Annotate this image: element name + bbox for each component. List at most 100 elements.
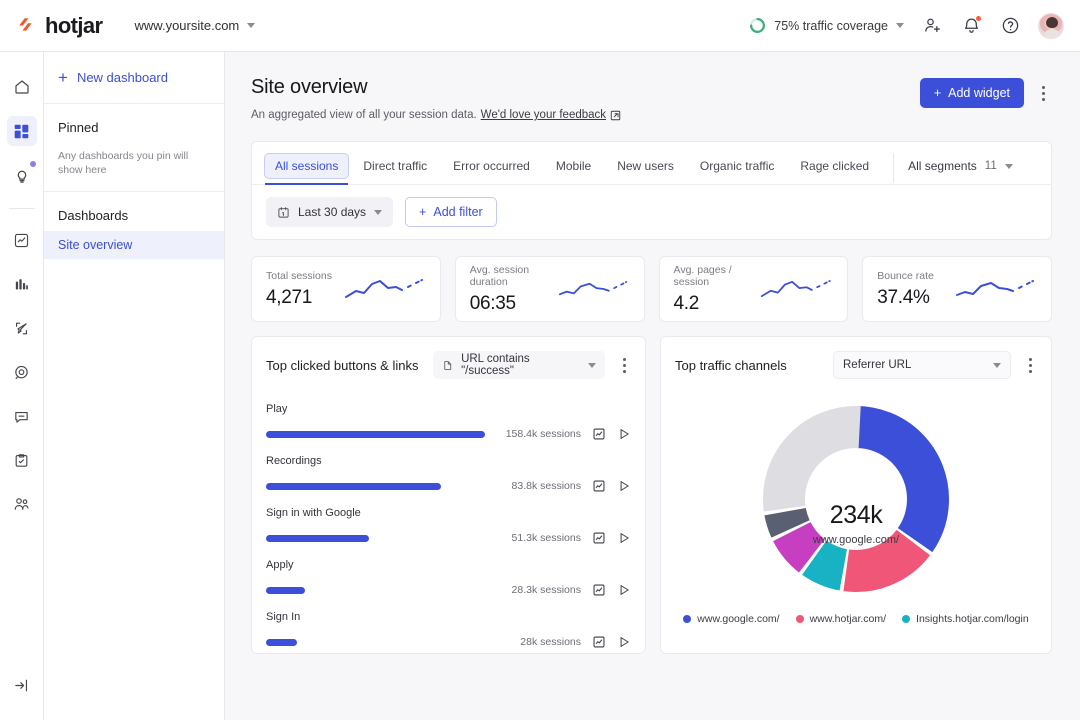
url-filter-dropdown[interactable]: URL contains "/success": [433, 351, 605, 379]
tab-direct-traffic[interactable]: Direct traffic: [351, 152, 439, 184]
add-widget-button[interactable]: + Add widget: [919, 78, 1024, 108]
view-trends-icon[interactable]: [591, 583, 606, 598]
date-range-selector[interactable]: Last 30 days: [266, 197, 394, 227]
collapse-sidebar-button[interactable]: [7, 670, 37, 700]
dashboards-panel: + New dashboard Pinned Any dashboards yo…: [44, 52, 225, 720]
dashboards-section: Dashboards: [44, 192, 224, 231]
bar-track: [266, 534, 485, 542]
referrer-dropdown[interactable]: Referrer URL: [833, 351, 1011, 379]
add-user-button[interactable]: [921, 15, 943, 37]
play-recording-icon[interactable]: [616, 479, 631, 494]
new-dashboard-label: New dashboard: [76, 70, 168, 85]
list-item-sessions: 28k sessions: [520, 636, 581, 648]
list-item-sessions: 28.3k sessions: [511, 584, 581, 596]
view-trends-icon[interactable]: [591, 479, 606, 494]
tab-all-sessions[interactable]: All sessions: [264, 152, 350, 185]
highlights-badge-dot: [29, 161, 36, 167]
widget-top-clicked: Top clicked buttons & links URL contains…: [251, 336, 646, 654]
metric-card-avg-pages-session[interactable]: Avg. pages / session 4.2: [658, 256, 849, 322]
tab-mobile[interactable]: Mobile: [544, 152, 603, 184]
feedback-link[interactable]: We'd love your feedback: [481, 109, 606, 121]
page-subtitle-text: An aggregated view of all your session d…: [251, 109, 477, 121]
tab-rage-clicked[interactable]: Rage clicked: [788, 152, 881, 184]
widget-title: Top traffic channels: [675, 357, 787, 373]
metric-label: Avg. pages / session: [673, 263, 732, 288]
chevron-down-icon: [588, 362, 596, 368]
metric-card-bounce-rate[interactable]: Bounce rate 37.4%: [862, 256, 1052, 322]
widget-options-menu-button[interactable]: [1021, 354, 1039, 376]
pinned-section: Pinned Any dashboards you pin will show …: [44, 104, 224, 193]
sidebar-item-dashboards[interactable]: [6, 116, 37, 146]
list-item-row: 83.8k sessions: [266, 475, 631, 497]
site-selector[interactable]: www.yoursite.com: [135, 18, 256, 33]
list-item[interactable]: Recordings 83.8k sessions: [266, 445, 631, 497]
avatar[interactable]: [1038, 12, 1064, 39]
pinned-empty-text: Any dashboards you pin will show here: [58, 150, 189, 177]
top-bar-actions: 75% traffic coverage: [749, 12, 1064, 39]
new-dashboard-button[interactable]: + New dashboard: [44, 52, 224, 104]
notification-badge-dot: [976, 15, 981, 21]
filter-row: Last 30 days + Add filter: [252, 185, 1051, 239]
external-link-icon: [610, 110, 621, 120]
chevron-down-icon: [374, 209, 383, 215]
legend-item[interactable]: Insights.hotjar.com/login: [902, 613, 1029, 625]
dashboard-item-site-overview[interactable]: Site overview: [44, 231, 224, 260]
top-bar: hotjar www.yoursite.com 75% traffic cove…: [0, 0, 1080, 52]
add-filter-button[interactable]: + Add filter: [405, 197, 497, 227]
hotjar-logo[interactable]: hotjar: [16, 13, 103, 39]
sidebar-item-funnels[interactable]: [7, 269, 37, 299]
sidebar-item-home[interactable]: [7, 72, 37, 102]
widget-options-menu-button[interactable]: [615, 354, 633, 376]
date-range-label: Last 30 days: [298, 205, 367, 219]
traffic-coverage-selector[interactable]: 75% traffic coverage: [749, 17, 904, 34]
play-recording-icon[interactable]: [616, 427, 631, 442]
play-recording-icon[interactable]: [616, 635, 631, 650]
page-subtitle: An aggregated view of all your session d…: [251, 109, 621, 121]
legend-label: www.hotjar.com/: [809, 613, 887, 625]
sidebar-item-interviews[interactable]: [7, 489, 37, 519]
list-item[interactable]: Play 158.4k sessions: [266, 393, 631, 445]
sidebar-item-surveys[interactable]: [7, 445, 37, 475]
metric-card-total-sessions[interactable]: Total sessions 4,271: [251, 256, 441, 322]
list-item-row: 28k sessions: [266, 631, 631, 653]
tab-label: Direct traffic: [363, 159, 428, 173]
chevron-down-icon: [896, 23, 904, 28]
metric-text: Avg. pages / session 4.2: [674, 264, 760, 315]
site-selector-label: www.yoursite.com: [134, 18, 240, 33]
sidebar-item-feedback[interactable]: [7, 401, 37, 431]
help-button[interactable]: [999, 15, 1021, 37]
legend-item[interactable]: www.hotjar.com/: [795, 613, 887, 625]
page-header: Site overview An aggregated view of all …: [225, 52, 1080, 121]
list-item[interactable]: Sign in with Google 51.3k sessions: [266, 497, 631, 549]
list-item-label: Recordings: [266, 455, 322, 467]
sidebar-item-highlights[interactable]: [7, 160, 37, 190]
sidebar-item-heatmaps[interactable]: [7, 313, 37, 343]
notifications-button[interactable]: [960, 15, 982, 37]
list-item-label: Apply: [266, 559, 294, 571]
play-recording-icon[interactable]: [616, 583, 631, 598]
all-segments-dropdown[interactable]: All segments 11: [893, 153, 1023, 183]
metric-card-avg-session-duration[interactable]: Avg. session duration 06:35: [454, 256, 645, 322]
metric-value: 06:35: [469, 292, 516, 314]
view-trends-icon[interactable]: [591, 635, 606, 650]
tab-error-occurred[interactable]: Error occurred: [441, 152, 542, 184]
tab-new-users[interactable]: New users: [605, 152, 686, 184]
sidebar-item-recordings[interactable]: [7, 357, 37, 387]
play-recording-icon[interactable]: [616, 531, 631, 546]
tab-label: Mobile: [555, 159, 592, 173]
legend-item[interactable]: www.google.com/: [683, 613, 780, 625]
tab-organic-traffic[interactable]: Organic traffic: [688, 152, 786, 184]
list-item[interactable]: Apply 28.3k sessions: [266, 549, 631, 601]
view-trends-icon[interactable]: [591, 427, 606, 442]
view-trends-icon[interactable]: [591, 531, 606, 546]
tab-label: Rage clicked: [800, 159, 870, 173]
metric-label: Total sessions: [266, 269, 332, 282]
bar-fill: [266, 482, 442, 490]
page-options-menu-button[interactable]: [1034, 82, 1052, 104]
list-item[interactable]: Sign In 28k sessions: [266, 601, 631, 653]
sidebar-item-trends[interactable]: [7, 225, 37, 255]
list-item-row: 51.3k sessions: [266, 527, 631, 549]
bar-fill: [266, 638, 297, 646]
widgets-row: Top clicked buttons & links URL contains…: [251, 336, 1052, 654]
legend-dot: [795, 615, 804, 623]
